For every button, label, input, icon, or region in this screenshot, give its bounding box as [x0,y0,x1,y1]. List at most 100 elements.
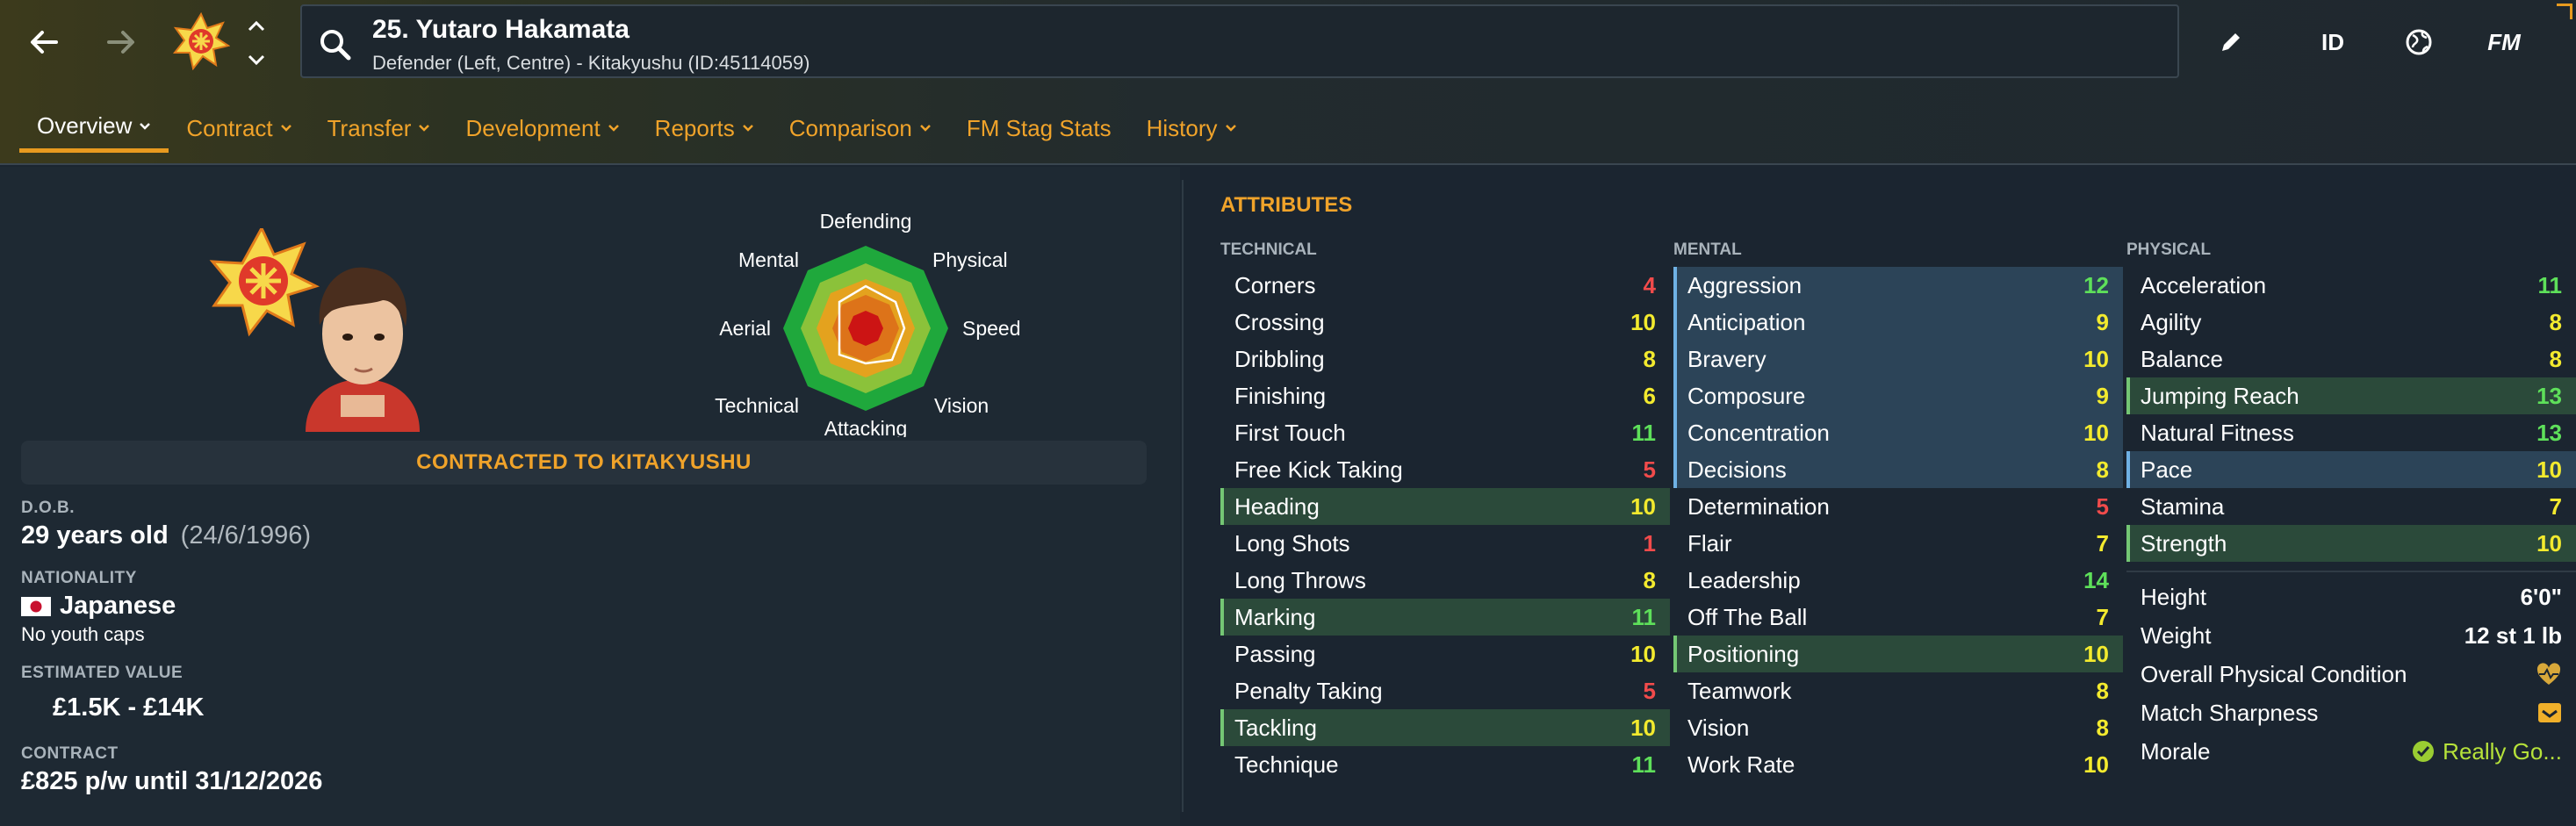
edit-button[interactable] [2209,19,2253,65]
sharpness-row[interactable]: Match Sharpness [2126,693,2576,732]
attribute-row-crossing[interactable]: Crossing 10 [1220,304,1670,341]
attribute-row-teamwork[interactable]: Teamwork 8 [1673,672,2123,709]
attribute-row-work-rate[interactable]: Work Rate 10 [1673,746,2123,783]
attribute-row-strength[interactable]: Strength 10 [2126,525,2576,562]
attribute-row-natural-fitness[interactable]: Natural Fitness 13 [2126,414,2576,451]
tab-fm-stag-stats[interactable]: FM Stag Stats [949,104,1129,153]
heart-icon [2536,663,2561,685]
club-crest-icon [209,225,320,337]
back-button[interactable] [18,16,70,68]
attribute-name: Technique [1234,751,1339,778]
attribute-value: 8 [2096,456,2109,483]
player-switcher[interactable] [244,19,269,67]
attribute-row-corners[interactable]: Corners 4 [1220,267,1670,304]
attribute-value: 10 [2536,456,2562,483]
nationality-value[interactable]: Japanese [21,592,176,621]
tab-overview[interactable]: Overview [19,104,169,153]
attribute-name: Free Kick Taking [1234,456,1403,483]
attribute-row-free-kick-taking[interactable]: Free Kick Taking 5 [1220,451,1670,488]
technical-header: TECHNICAL [1220,241,1317,259]
attribute-row-composure[interactable]: Composure 9 [1673,377,2123,414]
height-row: Height 6'0" [2126,578,2576,616]
attribute-name: Off The Ball [1687,603,1808,630]
attribute-value: 10 [2083,751,2109,778]
attribute-row-long-shots[interactable]: Long Shots 1 [1220,525,1670,562]
globe-button[interactable] [2397,19,2441,65]
attribute-name: Leadership [1687,566,1801,593]
attribute-row-tackling[interactable]: Tackling 10 [1220,709,1670,746]
attribute-row-determination[interactable]: Determination 5 [1673,488,2123,525]
chevron-down-icon [1225,125,1236,132]
tab-history[interactable]: History [1129,104,1255,153]
attribute-name: Finishing [1234,382,1327,409]
tab-reports[interactable]: Reports [637,104,772,153]
attributes-panel: ATTRIBUTES TECHNICAL MENTAL PHYSICAL Cor… [1185,167,2576,826]
attribute-row-jumping-reach[interactable]: Jumping Reach 13 [2126,377,2576,414]
attribute-name: Long Shots [1234,529,1350,557]
morale-row[interactable]: Morale Really Go... [2126,732,2576,771]
attribute-value: 13 [2536,419,2562,446]
attribute-row-flair[interactable]: Flair 7 [1673,525,2123,562]
attribute-row-finishing[interactable]: Finishing 6 [1220,377,1670,414]
tab-transfer[interactable]: Transfer [310,104,449,153]
attribute-row-agility[interactable]: Agility 8 [2126,304,2576,341]
tab-development[interactable]: Development [448,104,637,153]
attribute-row-aggression[interactable]: Aggression 12 [1673,267,2123,304]
attribute-row-passing[interactable]: Passing 10 [1220,636,1670,672]
physical-attributes: Acceleration 11 Agility 8 Balance 8 Jumping Re… [2126,267,2576,562]
attribute-name: Jumping Reach [2141,382,2299,409]
attribute-row-dribbling[interactable]: Dribbling 8 [1220,341,1670,377]
condition-row[interactable]: Overall Physical Condition [2126,655,2576,693]
tab-comparison[interactable]: Comparison [772,104,949,153]
attribute-row-concentration[interactable]: Concentration 10 [1673,414,2123,451]
player-search-box[interactable]: 25. Yutaro Hakamata Defender (Left, Cent… [300,4,2179,78]
attribute-value: 6 [1643,382,1656,409]
globe-icon [2406,29,2432,55]
attribute-row-long-throws[interactable]: Long Throws 8 [1220,562,1670,599]
fm-button[interactable]: FM [2478,19,2530,65]
attribute-value: 11 [1631,751,1657,778]
nationality-text: Japanese [60,592,176,620]
attribute-row-off-the-ball[interactable]: Off The Ball 7 [1673,599,2123,636]
attribute-name: Bravery [1687,345,1767,372]
attribute-row-leadership[interactable]: Leadership 14 [1673,562,2123,599]
attribute-row-vision[interactable]: Vision 8 [1673,709,2123,746]
attribute-row-stamina[interactable]: Stamina 7 [2126,488,2576,525]
attribute-row-bravery[interactable]: Bravery 10 [1673,341,2123,377]
attribute-value: 8 [2549,308,2562,335]
attribute-row-pace[interactable]: Pace 10 [2126,451,2576,488]
forward-button[interactable] [95,16,148,68]
player-name: 25. Yutaro Hakamata [372,15,630,44]
club-badge-icon[interactable] [172,11,231,71]
mental-attributes: Aggression 12 Anticipation 9 Bravery 10 Compos… [1673,267,2123,783]
attribute-row-positioning[interactable]: Positioning 10 [1673,636,2123,672]
chevron-up-icon[interactable] [247,19,266,33]
attribute-value: 12 [2083,271,2109,298]
search-icon [320,30,351,61]
attribute-name: Tackling [1234,714,1317,741]
id-button[interactable]: ID [2311,19,2355,65]
attribute-row-anticipation[interactable]: Anticipation 9 [1673,304,2123,341]
attribute-value: 10 [1630,308,1656,335]
attribute-row-first-touch[interactable]: First Touch 11 [1220,414,1670,451]
attribute-name: Anticipation [1687,308,1806,335]
attribute-value: 5 [1643,456,1656,483]
attribute-row-balance[interactable]: Balance 8 [2126,341,2576,377]
chevron-down-icon[interactable] [247,53,266,67]
attribute-row-decisions[interactable]: Decisions 8 [1673,451,2123,488]
attribute-value: 8 [2096,714,2109,741]
height-label: Height [2141,583,2207,610]
condition-label: Overall Physical Condition [2141,660,2407,687]
attribute-value: 8 [2096,677,2109,704]
attribute-row-acceleration[interactable]: Acceleration 11 [2126,267,2576,304]
tab-label: Overview [37,112,133,139]
radar-label-speed: Speed [962,317,1021,340]
dob-date: (24/6/1996) [180,521,311,549]
attribute-row-technique[interactable]: Technique 11 [1220,746,1670,783]
attribute-row-penalty-taking[interactable]: Penalty Taking 5 [1220,672,1670,709]
tab-contract[interactable]: Contract [169,104,309,153]
attribute-row-marking[interactable]: Marking 11 [1220,599,1670,636]
attribute-name: Stamina [2141,492,2225,520]
attribute-row-heading[interactable]: Heading 10 [1220,488,1670,525]
panel-divider [1182,180,1184,812]
